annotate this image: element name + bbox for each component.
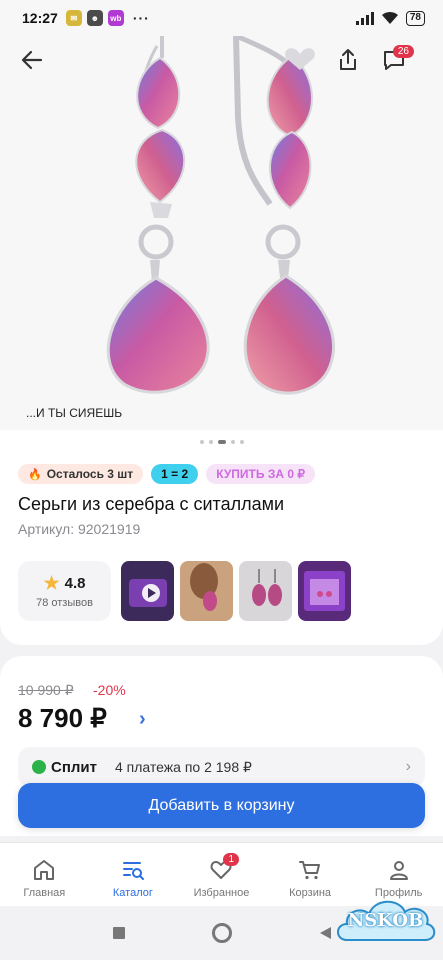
arrow-left-icon xyxy=(21,50,43,70)
review-photo-image xyxy=(180,561,233,621)
back-button[interactable] xyxy=(12,40,52,80)
favorites-badge: 1 xyxy=(223,853,240,866)
more-notifications-icon: ··· xyxy=(132,10,150,26)
gallery-dot[interactable] xyxy=(230,440,235,444)
watermark-text: NSKOB xyxy=(347,910,424,931)
review-photo-image xyxy=(239,561,292,621)
buy-for-zero-chip[interactable]: КУПИТЬ ЗА 0 ₽ xyxy=(206,464,315,484)
product-article[interactable]: Артикул: 92021919 xyxy=(18,521,140,537)
split-text: 4 платежа по 2 198 ₽ xyxy=(115,758,252,775)
nav-label: Корзина xyxy=(289,887,332,899)
fire-icon: 🔥 xyxy=(28,468,42,481)
battery-icon: 78 xyxy=(405,10,425,26)
current-price: 8 790 ₽ xyxy=(18,703,107,733)
product-title: Серьги из серебра с ситаллами xyxy=(18,494,285,514)
wb-notification-icon: wb xyxy=(107,10,124,26)
signal-icon xyxy=(355,11,374,25)
review-photo-thumb[interactable] xyxy=(298,561,351,621)
recents-icon[interactable] xyxy=(111,925,127,941)
gallery-dot[interactable] xyxy=(239,440,244,444)
nav-label: Главная xyxy=(23,887,66,899)
stock-chip-label: Осталось 3 шт xyxy=(46,467,134,481)
old-price: 10 990 ₽ xyxy=(18,682,74,698)
catalog-icon xyxy=(122,862,144,880)
rating-box[interactable]: ★ 4.8 78 отзывов xyxy=(18,561,111,621)
review-video-thumb[interactable] xyxy=(121,561,174,621)
chevron-right-icon: › xyxy=(405,758,411,775)
profile-icon xyxy=(389,861,408,880)
earrings-image xyxy=(106,36,335,395)
promo-chip[interactable]: 1 = 2 xyxy=(151,464,199,484)
review-photo-thumb[interactable] xyxy=(239,561,292,621)
review-video-image xyxy=(121,561,174,621)
gallery-dot[interactable] xyxy=(199,440,204,444)
review-photo-image xyxy=(298,561,351,621)
app-notification-icon: ✉ xyxy=(65,10,82,26)
stock-chip: 🔥 Осталось 3 шт xyxy=(18,464,144,484)
share-button[interactable] xyxy=(328,40,368,80)
nav-item-catalog[interactable]: Каталог xyxy=(89,843,178,906)
nav-label: Каталог xyxy=(112,887,153,899)
gallery-dot-active[interactable] xyxy=(217,440,226,444)
split-name: Сплит xyxy=(51,758,97,776)
chat-button[interactable]: 26 xyxy=(374,40,414,80)
chat-badge: 26 xyxy=(392,45,414,58)
watermark-logo: NSKOB xyxy=(333,890,438,954)
discount-badge: -20% xyxy=(93,682,126,698)
split-logo-icon xyxy=(32,760,46,774)
home-circle-icon[interactable] xyxy=(211,922,233,944)
gallery-dot[interactable] xyxy=(208,440,213,444)
product-info-card: 🔥 Осталось 3 шт 1 = 2 КУПИТЬ ЗА 0 ₽ Серьг… xyxy=(0,430,443,645)
nav-item-favorites[interactable]: 1 Избранное xyxy=(177,843,266,906)
status-time: 12:27 xyxy=(22,10,58,26)
app-notification-icon: ☻ xyxy=(86,10,103,26)
price-details-chevron-icon[interactable]: › xyxy=(139,708,146,731)
split-payment-row[interactable]: Сплит 4 платежа по 2 198 ₽ › xyxy=(18,747,425,787)
wifi-icon xyxy=(381,11,398,24)
rating-value: 4.8 xyxy=(64,575,86,592)
hero-caption: ...И ТЫ СИЯЕШЬ xyxy=(26,406,123,420)
back-triangle-icon[interactable] xyxy=(317,925,333,941)
review-photo-thumb[interactable] xyxy=(180,561,233,621)
add-to-cart-button[interactable]: Добавить в корзину xyxy=(18,783,425,828)
cart-icon xyxy=(299,861,321,880)
reviews-count: 78 отзывов xyxy=(36,597,93,609)
home-icon xyxy=(34,860,55,880)
share-icon xyxy=(340,49,356,70)
nav-label: Избранное xyxy=(193,887,250,899)
status-bar: 12:27 ✉ ☻ wb ··· 78 xyxy=(0,0,443,36)
gallery-dots xyxy=(0,440,443,444)
product-gallery[interactable]: ...И ТЫ СИЯЕШЬ 26 xyxy=(0,36,443,436)
nav-item-home[interactable]: Главная xyxy=(0,843,89,906)
star-icon: ★ xyxy=(43,573,60,593)
